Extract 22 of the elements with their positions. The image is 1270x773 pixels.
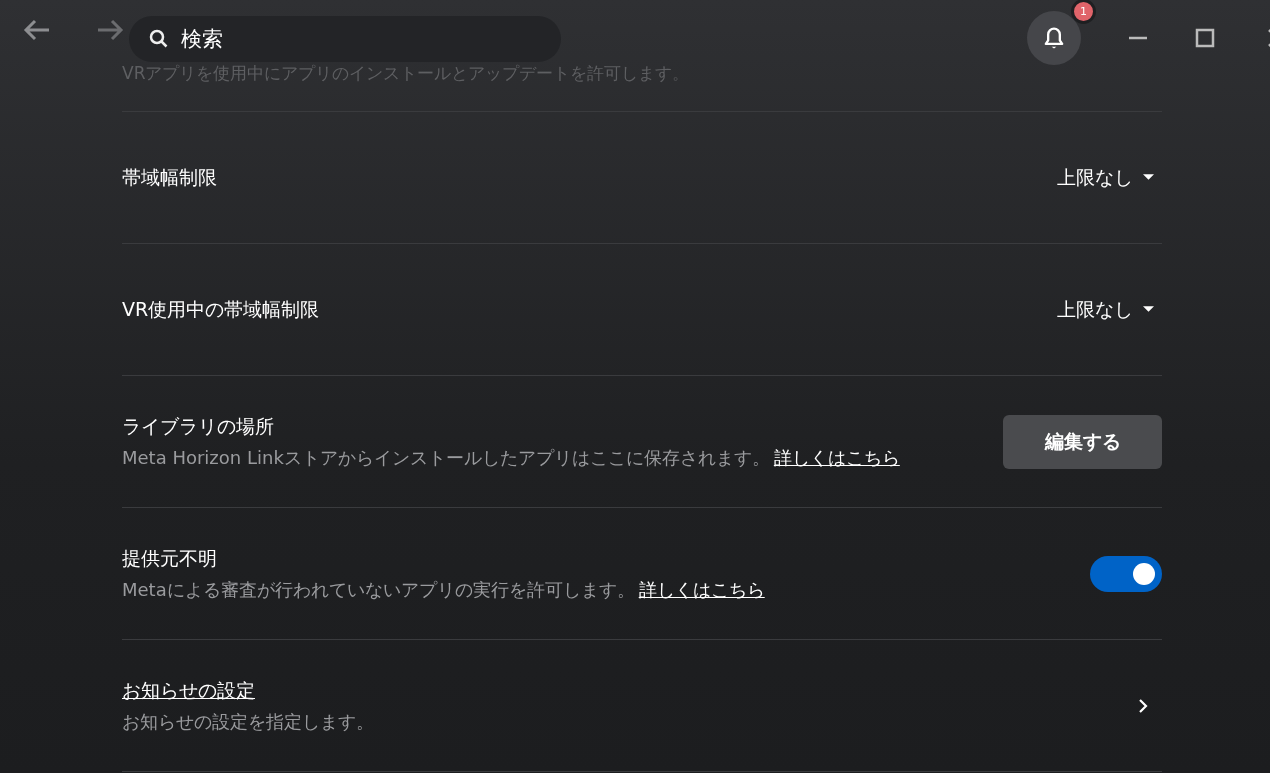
toggle-switch[interactable] [1090,555,1162,592]
learn-more-link[interactable]: 詳しくはこちら [638,578,765,600]
search-icon [149,29,169,49]
dropdown[interactable]: 上限なし [1057,164,1162,191]
setting-description: Metaによる審査が行われていないアプリの実行を許可します。 詳しくはこちら [122,577,765,602]
setting-title: 提供元不明 [122,545,217,571]
notification-badge: 1 [1071,0,1096,24]
learn-more-link[interactable]: 詳しくはこちら [773,446,900,468]
setting-title[interactable]: お知らせの設定 [122,677,255,704]
edit-button[interactable]: 編集する [1003,414,1162,469]
caret-icon [1143,174,1154,181]
dropdown[interactable]: 上限なし [1057,296,1162,323]
setting-title: 帯域幅制限 [122,164,217,190]
notification-button[interactable] [1027,11,1081,65]
setting-title: VR使用中の帯域幅制限 [122,296,320,322]
setting-description: Meta Horizon Linkストアからインストールしたアプリはここに保存されます。 詳しくはこちら [122,445,900,470]
chevron-right-icon[interactable] [1138,697,1148,714]
setting-title: ライブラリの場所 [122,413,274,439]
caret-icon [1143,306,1154,313]
setting-description: お知らせの設定を指定します。 [122,709,374,734]
maximize-icon[interactable] [1195,28,1215,48]
search-field[interactable]: 検索 [129,16,561,62]
